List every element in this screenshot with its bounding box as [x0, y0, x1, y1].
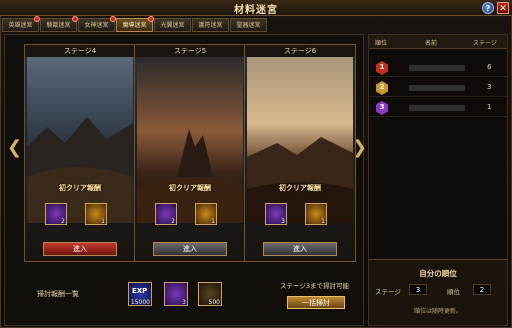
ranking-header: 順位 名前 ステージ	[369, 35, 507, 49]
rank-badge-icon: 2	[376, 81, 388, 95]
exp-label: EXP	[132, 287, 148, 295]
stage-title: ステージ6	[283, 47, 317, 55]
close-button[interactable]: ✕	[497, 2, 509, 14]
sweep-rewards-label: 掃討報酬一覧	[37, 290, 79, 298]
tab-label: 護符迷宮	[198, 22, 223, 29]
stage-card: ステージ4 初クリア報酬 2 1 進入	[24, 44, 136, 262]
stage-title: ステージ4	[63, 47, 97, 55]
tab-label: 魔導迷宮	[122, 22, 147, 29]
stage-scene-image	[27, 57, 133, 223]
my-rank-section: 自分の順位 ステージ 3 順位 2 順位は随時更新。	[369, 259, 507, 325]
stage-column-header: ステージ	[473, 40, 497, 47]
reward-count: 1	[101, 218, 105, 225]
rank-update-note: 順位は随時更新。	[413, 308, 462, 315]
rank-badge-icon: 1	[376, 61, 388, 75]
tab-hero-maze[interactable]: 英雄迷宮	[2, 16, 40, 32]
enter-button[interactable]: 進入	[43, 242, 117, 256]
tab-magic-maze[interactable]: 魔導迷宮	[116, 16, 154, 32]
reward-count: 3	[281, 218, 285, 225]
title-bar: 材料迷宮 ? ✕	[0, 0, 512, 16]
prev-stage-arrow-icon[interactable]: ❮	[7, 136, 22, 160]
first-clear-reward-label: 初クリア報酬	[279, 184, 321, 192]
soul-gem-icon[interactable]: 3	[164, 282, 188, 306]
sweep-all-button[interactable]: 一括掃討	[287, 296, 345, 309]
reward-count: 2	[61, 218, 65, 225]
my-stage-label: ステージ	[375, 288, 401, 296]
ranking-row: 2 3	[369, 79, 507, 97]
tab-label: 女神迷宮	[84, 22, 109, 29]
stage-scene-image	[247, 57, 353, 223]
stage-card: ステージ5 初クリア報酬 2 1 進入	[134, 44, 246, 262]
first-clear-reward-label: 初クリア報酬	[169, 184, 211, 192]
enter-button[interactable]: 進入	[263, 242, 337, 256]
my-rank-title: 自分の順位	[419, 269, 457, 278]
tab-label: 英雄迷宮	[8, 22, 33, 29]
rank-stage-value: 1	[487, 103, 492, 111]
name-column-header: 名前	[425, 40, 438, 47]
card-header: ステージ5	[135, 45, 245, 57]
card-header: ステージ4	[25, 45, 135, 57]
tab-mount-maze[interactable]: 騎獣迷宮	[40, 16, 78, 32]
rank-stage-value: 6	[487, 63, 492, 71]
reward-count: 500	[208, 299, 220, 306]
tab-talisman-maze[interactable]: 護符迷宮	[192, 18, 229, 32]
ranking-panel: 順位 名前 ステージ 1 6 2 3 3 1 自分の順位 ステージ 3 順位 2…	[368, 34, 508, 326]
sweep-availability-text: ステージ3まで掃討可能	[280, 282, 350, 290]
player-name-redacted	[409, 85, 465, 91]
tab-goddess-maze[interactable]: 女神迷宮	[78, 16, 116, 32]
crystal-icon[interactable]: 1	[85, 203, 107, 225]
first-clear-reward-label: 初クリア報酬	[59, 184, 101, 192]
exp-icon[interactable]: EXP 15000	[128, 282, 152, 306]
my-rank-label: 順位	[447, 288, 460, 296]
reward-count: 1	[211, 218, 215, 225]
stage-scene-image	[137, 57, 243, 223]
rank-stage-value: 3	[487, 83, 492, 91]
dialog-title: 材料迷宮	[234, 5, 278, 16]
coin-icon[interactable]: 500	[198, 282, 222, 306]
crystal-icon[interactable]: 1	[305, 203, 327, 225]
crystal-icon[interactable]: 1	[195, 203, 217, 225]
tab-wing-maze[interactable]: 光翼迷宮	[154, 18, 191, 32]
reward-count: 3	[182, 299, 186, 306]
soul-gem-icon[interactable]: 3	[265, 203, 287, 225]
tab-relic-maze[interactable]: 聖器迷宮	[230, 18, 267, 32]
card-header: ステージ6	[245, 45, 355, 57]
player-name-redacted	[409, 65, 465, 71]
my-stage-value: 3	[409, 284, 427, 295]
ranking-row: 3 1	[369, 99, 507, 117]
reward-count: 1	[321, 218, 325, 225]
soul-gem-icon[interactable]: 2	[45, 203, 67, 225]
rank-badge-icon: 3	[376, 101, 388, 115]
player-name-redacted	[409, 105, 465, 111]
maze-tabs: 英雄迷宮 騎獣迷宮 女神迷宮 魔導迷宮 光翼迷宮 護符迷宮 聖器迷宮	[2, 16, 267, 32]
rank-column-header: 順位	[375, 40, 388, 47]
reward-count: 2	[171, 218, 175, 225]
reward-count: 15000	[130, 299, 150, 306]
help-button[interactable]: ?	[482, 2, 494, 14]
tab-label: 聖器迷宮	[236, 22, 261, 29]
tab-label: 光翼迷宮	[160, 22, 185, 29]
stage-title: ステージ5	[173, 47, 207, 55]
soul-gem-icon[interactable]: 2	[155, 203, 177, 225]
enter-button[interactable]: 進入	[153, 242, 227, 256]
ranking-row: 1 6	[369, 59, 507, 77]
my-rank-value: 2	[473, 284, 491, 295]
tab-label: 騎獣迷宮	[46, 22, 71, 29]
stage-card: ステージ6 初クリア報酬 3 1 進入	[244, 44, 356, 262]
